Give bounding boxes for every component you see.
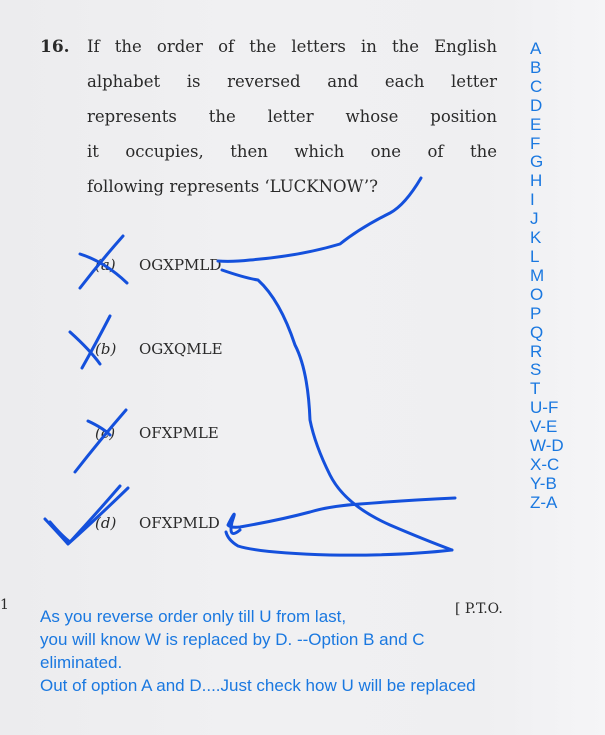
- handwritten-ink: [43, 176, 457, 557]
- scanned-page: 16. If the order of the letters in the E…: [0, 0, 605, 735]
- line-u-to-d: [226, 496, 457, 536]
- cross-mark-a: [78, 234, 125, 290]
- line-a-to-w: [220, 268, 454, 552]
- cross-mark-b: [68, 330, 102, 366]
- tick-mark-d: [48, 484, 122, 544]
- arrow-lucknow-to-a: [216, 176, 423, 263]
- tick-mark-d: [43, 486, 130, 546]
- cross-mark-c: [73, 408, 128, 474]
